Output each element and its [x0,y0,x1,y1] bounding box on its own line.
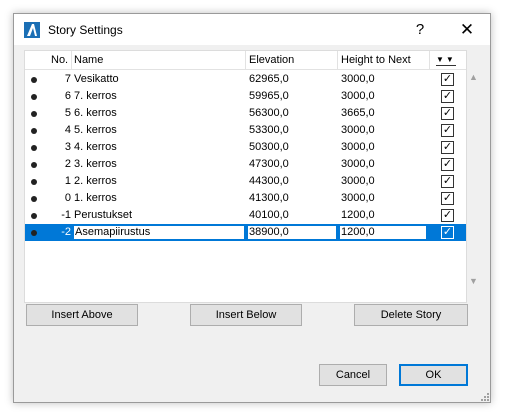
story-number: 6 [64,90,71,102]
story-rows: 7 Vesikatto 62965,0 3000,0 ✓ 6 7. kerros… [25,71,466,241]
window-title: Story Settings [48,23,123,37]
show-story-checkbox[interactable]: ✓ [441,192,454,205]
story-elevation[interactable]: 41300,0 [249,190,337,207]
story-elevation[interactable]: 53300,0 [249,122,337,139]
archicad-app-icon [24,22,40,38]
ok-button[interactable]: OK [399,364,468,386]
story-marker-icon [31,94,37,100]
scroll-up-arrow-icon[interactable]: ▲ [469,72,478,82]
story-marker-icon [31,128,37,134]
help-button[interactable]: ? [406,14,434,45]
cancel-button[interactable]: Cancel [319,364,387,386]
close-button[interactable]: ✕ [452,14,482,45]
story-marker-icon [31,162,37,168]
show-story-checkbox[interactable]: ✓ [441,226,454,239]
show-story-checkbox[interactable]: ✓ [441,158,454,171]
scroll-down-arrow-icon[interactable]: ▼ [469,276,478,286]
story-elevation[interactable]: 59965,0 [249,88,337,105]
story-marker-icon [31,145,37,151]
story-elevation[interactable]: 44300,0 [249,173,337,190]
story-name[interactable]: Perustukset [74,207,246,224]
show-story-checkbox[interactable]: ✓ [441,141,454,154]
story-name[interactable]: 4. kerros [74,139,246,156]
story-number: 2 [64,158,71,170]
story-number: 3 [64,141,71,153]
table-row[interactable]: 5 6. kerros 56300,0 3665,0 ✓ [25,105,466,122]
column-header-name[interactable]: Name [74,51,103,70]
table-row[interactable]: 0 1. kerros 41300,0 3000,0 ✓ [25,190,466,207]
story-marker-icon [31,230,37,236]
table-row[interactable]: 6 7. kerros 59965,0 3000,0 ✓ [25,88,466,105]
story-name[interactable]: Vesikatto [74,71,246,88]
table-row[interactable]: 2 3. kerros 47300,0 3000,0 ✓ [25,156,466,173]
insert-below-button[interactable]: Insert Below [190,304,302,326]
story-height-to-next[interactable]: 3000,0 [341,122,427,139]
story-number: 1 [64,175,71,187]
title-bar: Story Settings ? ✕ [14,14,490,45]
story-number: 7 [64,73,71,85]
story-number: 0 [64,192,71,204]
story-elevation[interactable]: 56300,0 [249,105,337,122]
story-marker-icon [31,196,37,202]
story-name[interactable]: 1. kerros [74,190,246,207]
column-divider[interactable] [245,51,246,70]
story-marker-icon [31,111,37,117]
story-settings-dialog: Story Settings ? ✕ No. Name Elevation He… [13,13,491,403]
column-header-elevation[interactable]: Elevation [249,51,294,70]
story-elevation[interactable]: 62965,0 [249,71,337,88]
story-height-to-next[interactable]: 3665,0 [341,105,427,122]
story-name-edit-field[interactable]: Asemapiirustus [73,225,245,240]
story-height-to-next[interactable]: 3000,0 [341,156,427,173]
table-row-selected[interactable]: -2 Asemapiirustus 38900,0 1200,0 ✓ [25,224,466,241]
story-elevation[interactable]: 47300,0 [249,156,337,173]
story-elevation[interactable]: 50300,0 [249,139,337,156]
show-stories-header-icon[interactable]: ▼▼ [436,54,456,66]
story-table: No. Name Elevation Height to Next ▼▼ 7 V… [24,50,467,303]
story-number: 5 [64,107,71,119]
show-story-checkbox[interactable]: ✓ [441,175,454,188]
story-name[interactable]: 2. kerros [74,173,246,190]
insert-above-button[interactable]: Insert Above [26,304,138,326]
story-height-to-next[interactable]: 3000,0 [341,88,427,105]
show-story-checkbox[interactable]: ✓ [441,209,454,222]
story-marker-icon [31,213,37,219]
table-row[interactable]: 7 Vesikatto 62965,0 3000,0 ✓ [25,71,466,88]
table-header: No. Name Elevation Height to Next ▼▼ [25,51,466,70]
delete-story-button[interactable]: Delete Story [354,304,468,326]
story-height-to-next[interactable]: 3000,0 [341,139,427,156]
resize-grip-icon[interactable] [479,391,489,401]
story-number: -2 [61,226,71,238]
table-row[interactable]: 4 5. kerros 53300,0 3000,0 ✓ [25,122,466,139]
story-height-to-next[interactable]: 3000,0 [341,173,427,190]
story-height-to-next[interactable]: 3000,0 [341,190,427,207]
column-divider[interactable] [429,51,430,70]
column-divider[interactable] [71,51,72,70]
show-story-checkbox[interactable]: ✓ [441,90,454,103]
story-name[interactable]: 7. kerros [74,88,246,105]
story-marker-icon [31,77,37,83]
story-name[interactable]: 5. kerros [74,122,246,139]
column-divider[interactable] [337,51,338,70]
show-story-checkbox[interactable]: ✓ [441,73,454,86]
show-story-checkbox[interactable]: ✓ [441,124,454,137]
story-elevation-edit-field[interactable]: 38900,0 [247,225,337,240]
table-row[interactable]: -1 Perustukset 40100,0 1200,0 ✓ [25,207,466,224]
story-height-to-next[interactable]: 1200,0 [341,207,427,224]
story-elevation[interactable]: 40100,0 [249,207,337,224]
column-header-no[interactable]: No. [51,51,68,70]
column-header-height-to-next[interactable]: Height to Next [341,51,411,70]
story-marker-icon [31,179,37,185]
story-height-to-next[interactable]: 3000,0 [341,71,427,88]
story-number: 4 [64,124,71,136]
table-row[interactable]: 1 2. kerros 44300,0 3000,0 ✓ [25,173,466,190]
table-row[interactable]: 3 4. kerros 50300,0 3000,0 ✓ [25,139,466,156]
story-name[interactable]: 6. kerros [74,105,246,122]
story-number: -1 [61,209,71,221]
story-name[interactable]: 3. kerros [74,156,246,173]
story-height-edit-field[interactable]: 1200,0 [339,225,427,240]
show-story-checkbox[interactable]: ✓ [441,107,454,120]
